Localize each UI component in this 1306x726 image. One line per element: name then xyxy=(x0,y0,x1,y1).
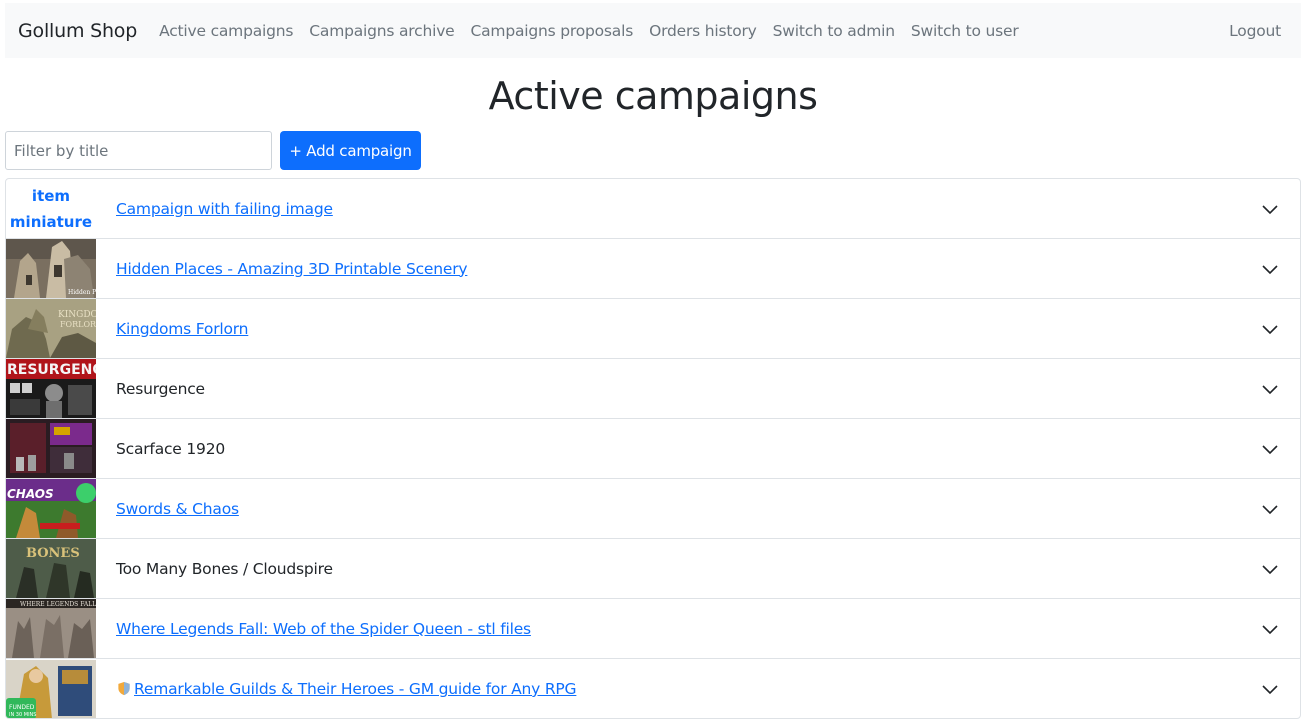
campaign-title-link[interactable]: Hidden Places - Amazing 3D Printable Sce… xyxy=(116,260,468,278)
chevron-down-icon[interactable] xyxy=(1260,199,1280,219)
campaign-title-link[interactable]: Campaign with failing image xyxy=(116,200,333,218)
campaign-row[interactable]: RESURGENC Resurgence xyxy=(6,359,1300,419)
brand-link[interactable]: Gollum Shop xyxy=(18,20,137,42)
nav-switch-to-admin[interactable]: Switch to admin xyxy=(765,22,903,40)
svg-text:BONES: BONES xyxy=(26,546,80,561)
chevron-down-icon[interactable] xyxy=(1260,619,1280,639)
chevron-down-icon[interactable] xyxy=(1260,379,1280,399)
filter-by-title-input[interactable] xyxy=(5,131,272,170)
chevron-down-icon[interactable] xyxy=(1260,559,1280,579)
nav-switch-to-user[interactable]: Switch to user xyxy=(903,22,1027,40)
campaign-title-text: Remarkable Guilds & Their Heroes - GM gu… xyxy=(134,680,577,698)
campaign-thumbnail[interactable]: FUNDED IN 30 MINS xyxy=(6,659,96,718)
campaign-row[interactable]: Scarface 1920 xyxy=(6,419,1300,479)
svg-text:CHAOS: CHAOS xyxy=(7,487,54,501)
campaign-title[interactable]: Too Many Bones / Cloudspire xyxy=(116,560,333,578)
chevron-down-icon[interactable] xyxy=(1260,319,1280,339)
nav-campaigns-proposals[interactable]: Campaigns proposals xyxy=(463,22,642,40)
nav-active-campaigns[interactable]: Active campaigns xyxy=(151,22,301,40)
campaign-thumbnail[interactable]: WHERE LEGENDS FALL xyxy=(6,599,96,658)
campaign-row[interactable]: item miniature Campaign with failing ima… xyxy=(6,179,1300,239)
image-alt-line: miniature xyxy=(9,212,93,231)
chevron-down-icon[interactable] xyxy=(1260,259,1280,279)
campaign-image-alt-text[interactable]: item miniature xyxy=(6,179,96,238)
campaign-title-link[interactable]: Where Legends Fall: Web of the Spider Qu… xyxy=(116,620,531,638)
svg-text:WHERE LEGENDS FALL: WHERE LEGENDS FALL xyxy=(20,601,96,608)
chevron-down-icon[interactable] xyxy=(1260,679,1280,699)
nav-links: Active campaigns Campaigns archive Campa… xyxy=(151,22,1026,40)
svg-text:IN 30 MINS: IN 30 MINS xyxy=(9,712,36,718)
campaign-title[interactable]: Resurgence xyxy=(116,380,205,398)
campaign-thumbnail[interactable]: Hidden Pl xyxy=(6,239,96,298)
nav-campaigns-archive[interactable]: Campaigns archive xyxy=(301,22,462,40)
campaign-row[interactable]: WHERE LEGENDS FALL Where Legends Fall: W… xyxy=(6,599,1300,659)
campaign-row[interactable]: FUNDED IN 30 MINS Remarkable Guilds & Th… xyxy=(6,659,1300,718)
logout-link[interactable]: Logout xyxy=(1229,22,1281,40)
campaign-title-link[interactable]: Remarkable Guilds & Their Heroes - GM gu… xyxy=(116,680,577,698)
nav-orders-history[interactable]: Orders history xyxy=(641,22,765,40)
shield-icon xyxy=(118,681,130,696)
campaign-thumbnail[interactable] xyxy=(6,419,96,478)
page-title: Active campaigns xyxy=(488,74,818,118)
svg-text:KINGDOMS: KINGDOMS xyxy=(58,310,96,320)
svg-text:FORLORN: FORLORN xyxy=(60,320,96,329)
campaign-thumbnail[interactable]: CHAOS xyxy=(6,479,96,538)
campaign-thumbnail[interactable]: BONES xyxy=(6,539,96,598)
image-alt-line: item xyxy=(31,186,71,205)
campaign-title[interactable]: Scarface 1920 xyxy=(116,440,225,458)
svg-text:Hidden Pl: Hidden Pl xyxy=(68,289,96,296)
chevron-down-icon[interactable] xyxy=(1260,439,1280,459)
campaign-title-link[interactable]: Swords & Chaos xyxy=(116,500,239,518)
campaign-row[interactable]: CHAOS Swords & Chaos xyxy=(6,479,1300,539)
campaign-row[interactable]: BONES Too Many Bones / Cloudspire xyxy=(6,539,1300,599)
campaign-row[interactable]: KINGDOMS FORLORN Kingdoms Forlorn xyxy=(6,299,1300,359)
add-campaign-button[interactable]: + Add campaign xyxy=(280,131,421,170)
chevron-down-icon[interactable] xyxy=(1260,499,1280,519)
campaigns-list: item miniature Campaign with failing ima… xyxy=(5,178,1301,719)
campaign-title-link[interactable]: Kingdoms Forlorn xyxy=(116,320,248,338)
svg-text:FUNDED: FUNDED xyxy=(9,704,35,711)
campaign-row[interactable]: Hidden Pl Hidden Places - Amazing 3D Pri… xyxy=(6,239,1300,299)
campaign-thumbnail[interactable]: RESURGENC xyxy=(6,359,96,418)
campaign-thumbnail[interactable]: KINGDOMS FORLORN xyxy=(6,299,96,358)
svg-text:RESURGENC: RESURGENC xyxy=(7,362,96,378)
top-navbar: Gollum Shop Active campaigns Campaigns a… xyxy=(5,3,1301,58)
